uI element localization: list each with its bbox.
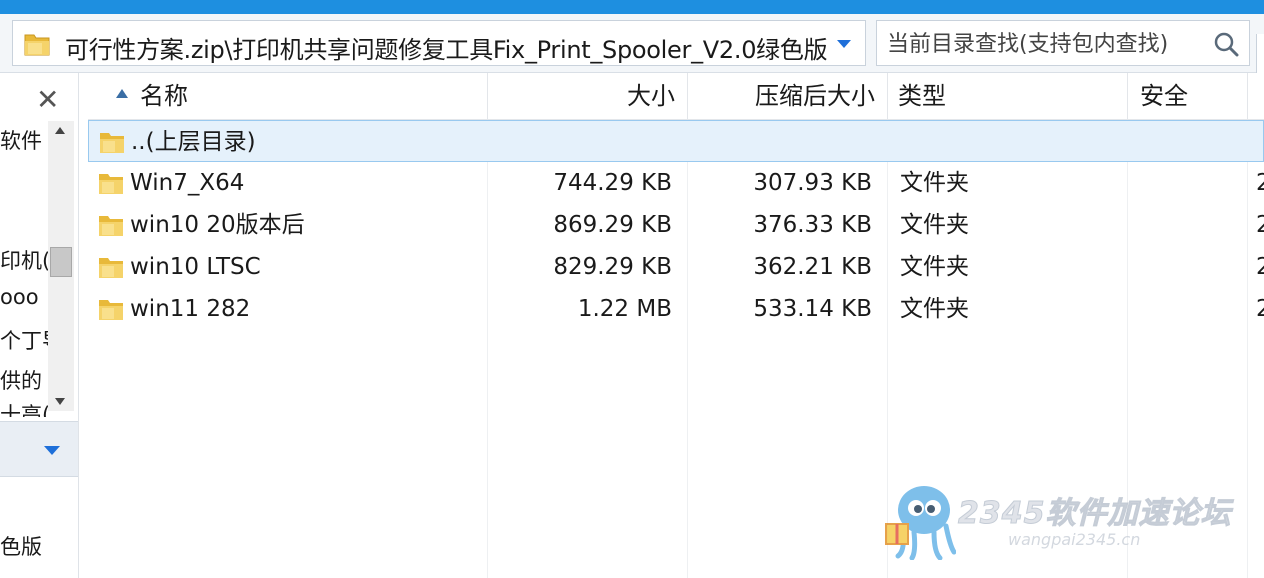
folder-icon <box>24 34 50 56</box>
row-name: win10 20版本后 <box>130 212 305 238</box>
folder-icon <box>99 258 123 278</box>
close-icon[interactable]: ✕ <box>36 83 59 116</box>
row-name: win11 282 <box>130 296 251 322</box>
column-header-security[interactable]: 安全 <box>1128 73 1248 119</box>
column-header-type[interactable]: 类型 <box>888 73 1128 119</box>
column-header-compressed-size[interactable]: 压缩后大小 <box>688 73 888 119</box>
row-extra: 2 <box>1256 170 1264 196</box>
row-extra: 2 <box>1256 254 1264 280</box>
column-header-row: 名称 大小 压缩后大小 类型 安全 <box>88 73 1264 120</box>
table-row[interactable]: win10 LTSC 829.29 KB 362.21 KB 文件夹 2 <box>88 246 1264 288</box>
row-size: 829.29 KB <box>553 254 672 280</box>
row-compressed-size: 376.33 KB <box>753 212 872 238</box>
row-compressed-size: 362.21 KB <box>753 254 872 280</box>
nav-section-header[interactable] <box>0 421 78 477</box>
row-compressed-size: 307.93 KB <box>753 170 872 196</box>
address-path[interactable]: 可行性方案.zip\打印机共享问题修复工具Fix_Print_Spooler_V… <box>65 30 835 65</box>
column-header-label: 类型 <box>898 82 946 110</box>
row-name: ..(上层目录) <box>131 129 256 155</box>
row-extra: 2 <box>1256 212 1264 238</box>
folder-icon <box>99 216 123 236</box>
row-size: 744.29 KB <box>553 170 672 196</box>
chevron-down-icon[interactable] <box>44 446 60 455</box>
nav-item[interactable]: 印机( <box>0 245 50 275</box>
row-size: 869.29 KB <box>553 212 672 238</box>
column-header-label: 名称 <box>140 82 188 110</box>
folder-icon <box>100 133 124 153</box>
address-toolbar: 可行性方案.zip\打印机共享问题修复工具Fix_Print_Spooler_V… <box>0 14 1264 80</box>
nav-item[interactable]: 软件 <box>0 125 42 155</box>
column-header-name[interactable]: 名称 <box>88 73 488 119</box>
title-bar-accent <box>0 0 1264 14</box>
navigation-pane: ✕ 软件 印机( ooo 个丁导 供的 十高( 色版 <box>0 73 79 578</box>
row-compressed-size: 533.14 KB <box>753 296 872 322</box>
address-bar[interactable]: 可行性方案.zip\打印机共享问题修复工具Fix_Print_Spooler_V… <box>12 20 866 66</box>
nav-item[interactable]: 十高( <box>0 399 50 417</box>
search-icon[interactable] <box>1213 31 1239 57</box>
search-input[interactable] <box>885 27 1209 61</box>
search-box[interactable] <box>876 20 1250 66</box>
folder-icon <box>99 174 123 194</box>
row-name: Win7_X64 <box>130 170 245 196</box>
nav-scrollbar[interactable] <box>48 121 74 411</box>
row-size: 1.22 MB <box>577 296 672 322</box>
column-header-label: 安全 <box>1140 82 1188 110</box>
scroll-up-arrow-icon[interactable] <box>55 127 65 134</box>
nav-item[interactable]: 色版 <box>0 531 42 561</box>
table-row[interactable]: win10 20版本后 869.29 KB 376.33 KB 文件夹 2 <box>88 204 1264 246</box>
row-type: 文件夹 <box>900 254 969 280</box>
scroll-thumb[interactable] <box>50 247 72 277</box>
watermark-title: 2345软件加速论坛 <box>958 496 1232 532</box>
column-header-size[interactable]: 大小 <box>488 73 688 119</box>
watermark-url: wangpai2345.cn <box>1008 530 1141 549</box>
table-row[interactable]: win11 282 1.22 MB 533.14 KB 文件夹 2 <box>88 288 1264 330</box>
row-type: 文件夹 <box>900 296 969 322</box>
row-type: 文件夹 <box>900 212 969 238</box>
nav-item[interactable]: ooo <box>0 285 39 309</box>
column-header-label: 压缩后大小 <box>755 82 875 110</box>
table-row-parent-directory[interactable]: ..(上层目录) <box>88 120 1264 162</box>
scroll-down-arrow-icon[interactable] <box>55 398 65 405</box>
row-extra: 2 <box>1256 296 1264 322</box>
nav-item[interactable]: 供的 <box>0 365 42 395</box>
mascot-logo <box>885 486 956 560</box>
sort-ascending-icon <box>116 89 128 98</box>
chevron-down-icon[interactable] <box>837 40 851 48</box>
watermark: 2345软件加速论坛 wangpai2345.cn <box>884 480 1244 570</box>
table-row[interactable]: Win7_X64 744.29 KB 307.93 KB 文件夹 2 <box>88 162 1264 204</box>
folder-icon <box>99 300 123 320</box>
row-name: win10 LTSC <box>130 254 261 280</box>
row-type: 文件夹 <box>900 170 969 196</box>
column-header-label: 大小 <box>627 82 675 110</box>
